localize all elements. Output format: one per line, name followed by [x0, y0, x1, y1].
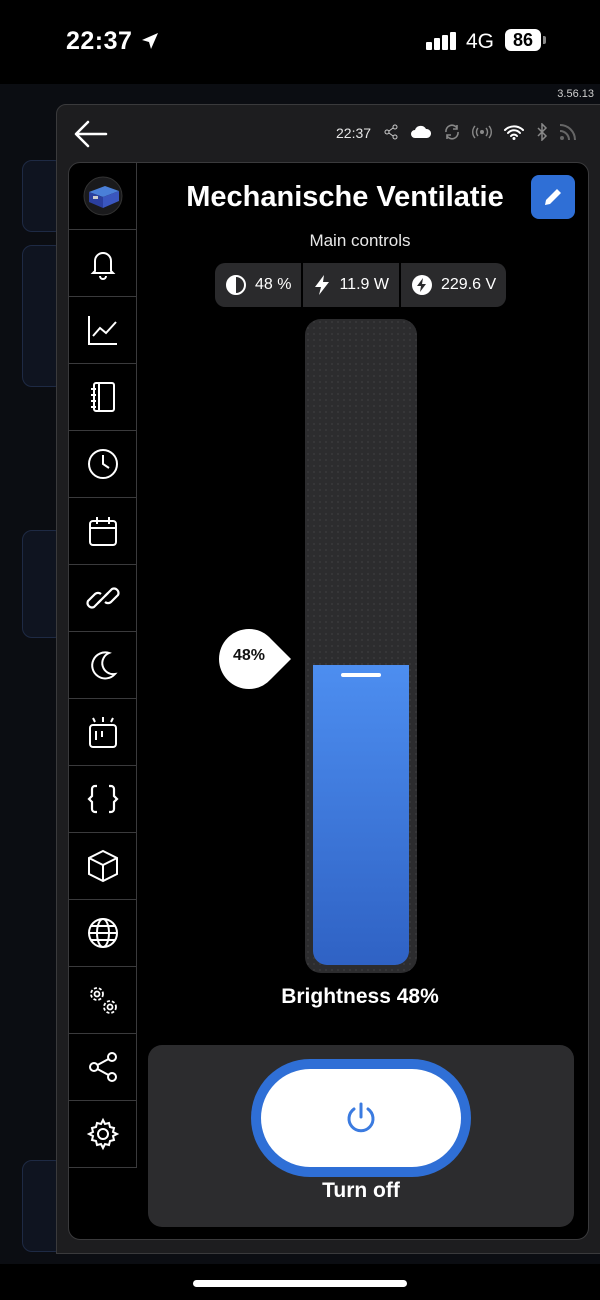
globe-icon [87, 918, 118, 948]
nav-links[interactable] [69, 565, 136, 632]
status-time: 22:37 [66, 27, 133, 55]
power-icon [347, 1102, 375, 1133]
gears-icon [89, 987, 117, 1014]
power-chip: 11.9 W [303, 263, 399, 307]
bubble-label: 48% [232, 647, 266, 664]
voltage-chip: 229.6 V [400, 263, 507, 307]
bluetooth-icon [537, 123, 548, 141]
battery-indicator: 86 [505, 29, 541, 51]
edit-button[interactable] [531, 175, 575, 219]
network-type: 4G [466, 30, 495, 53]
cloud-icon [411, 125, 432, 138]
nav-web[interactable] [69, 900, 136, 967]
panel-status-icons [383, 123, 579, 141]
arrow-left-icon [74, 120, 108, 148]
bell-icon [90, 252, 115, 280]
rss-icon [559, 124, 576, 141]
sync-icon [445, 124, 459, 140]
contrast-icon [226, 275, 246, 295]
slider-handle[interactable] [341, 673, 381, 678]
code-icon [86, 784, 119, 814]
nav-settings[interactable] [69, 1101, 136, 1168]
chart-icon [87, 316, 117, 345]
nav-notes[interactable] [69, 364, 136, 431]
link-icon [85, 587, 120, 609]
home-indicator [193, 1280, 407, 1287]
brightness-chip: 48 % [215, 263, 302, 307]
voltage-icon [411, 275, 432, 295]
scene-icon [88, 717, 117, 748]
slider-fill [313, 665, 409, 965]
power-toggle-button[interactable] [261, 1069, 461, 1167]
nav-components[interactable] [69, 833, 136, 900]
settings-icon [86, 1117, 119, 1151]
location-arrow-icon [140, 31, 160, 56]
panel-topbar: 22:37 [57, 105, 600, 161]
nav-night-mode[interactable] [69, 632, 136, 699]
wifi-icon [504, 125, 524, 140]
nav-advanced[interactable] [69, 967, 136, 1034]
calendar-icon [88, 517, 117, 546]
panel-time: 22:37 [336, 125, 372, 141]
pencil-icon [545, 189, 561, 205]
share-small-icon [384, 124, 398, 140]
voltage-chip-value: 229.6 V [440, 276, 497, 293]
share-icon [88, 1052, 117, 1082]
cube-icon [87, 849, 118, 883]
metrics-chips: 48 % 11.9 W 229.6 V [215, 263, 507, 307]
device-title: Mechanische Ventilatie [186, 181, 504, 213]
status-bar: 22:37 4G 86 [0, 0, 600, 84]
nav-scenes[interactable] [69, 699, 136, 766]
cellular-signal-icon [426, 32, 458, 55]
nav-charts[interactable] [69, 297, 136, 364]
notebook-icon [90, 382, 115, 412]
clock-icon [87, 449, 118, 479]
app-version: 3.56.13 [557, 88, 594, 100]
power-control-card: Turn off [148, 1045, 574, 1227]
bolt-icon [315, 275, 330, 295]
moon-icon [90, 651, 118, 680]
device-box-icon [83, 176, 122, 216]
nav-history[interactable] [69, 431, 136, 498]
power-chip-value: 11.9 W [339, 276, 389, 293]
device-logo[interactable] [69, 163, 136, 230]
section-subtitle: Main controls [309, 231, 411, 250]
power-label: Turn off [322, 1179, 400, 1202]
side-navigation [69, 163, 137, 1168]
nav-share[interactable] [69, 1034, 136, 1101]
nav-schedule[interactable] [69, 498, 136, 565]
broadcast-icon [472, 125, 492, 139]
nav-notifications[interactable] [69, 230, 136, 297]
brightness-chip-value: 48 % [255, 276, 292, 293]
back-button[interactable] [73, 119, 109, 149]
device-card: Mechanische Ventilatie Main controls 48 … [68, 162, 589, 1240]
battery-cap [543, 36, 546, 44]
nav-scripts[interactable] [69, 766, 136, 833]
brightness-slider[interactable] [305, 319, 417, 973]
brightness-caption: Brightness 48% [281, 985, 439, 1008]
